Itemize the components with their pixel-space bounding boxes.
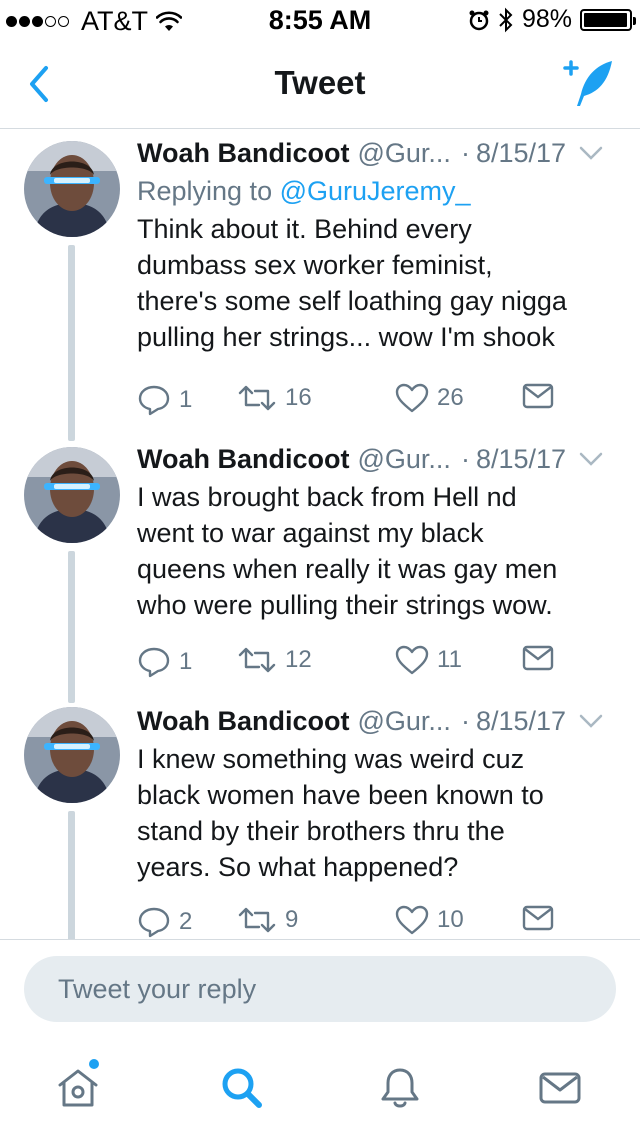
tweet-actions: 2 9 10: [137, 905, 627, 939]
tweet-content: Woah Bandicoot @Gur... · 8/15/17 I was b…: [137, 441, 627, 623]
tweet-actions: 1 16 26: [137, 383, 627, 423]
bluetooth-icon: [498, 7, 514, 33]
tweet-text: Think about it. Behind every dumbass sex…: [137, 211, 627, 355]
author-name[interactable]: Woah Bandicoot: [137, 703, 350, 739]
direct-message-button[interactable]: [522, 905, 554, 931]
avatar-image: [24, 141, 120, 237]
retweet-button[interactable]: 9: [237, 905, 298, 935]
tab-bar: [0, 1040, 640, 1136]
reply-button[interactable]: 1: [137, 645, 192, 679]
tweet-date: 8/15/17: [476, 703, 566, 739]
chevron-down-icon[interactable]: [578, 712, 604, 730]
retweet-count: 9: [285, 906, 298, 934]
navigation-bar: Tweet: [0, 40, 640, 129]
tab-search[interactable]: [212, 1058, 272, 1118]
conversation-thread: Woah Bandicoot @Gur... · 8/15/17 Replyin…: [0, 129, 640, 939]
retweet-icon: [237, 905, 277, 935]
chevron-down-icon[interactable]: [578, 450, 604, 468]
retweet-count: 12: [285, 646, 312, 674]
replying-to: Replying to @GuruJeremy_: [137, 173, 627, 209]
chevron-down-icon[interactable]: [578, 144, 604, 162]
page-title: Tweet: [0, 64, 640, 102]
compose-tweet-icon: [562, 56, 618, 112]
thread-line: [68, 245, 75, 441]
author-name[interactable]: Woah Bandicoot: [137, 441, 350, 477]
separator: ·: [461, 441, 470, 477]
reply-count: 2: [179, 908, 192, 936]
heart-icon: [395, 645, 429, 675]
retweet-button[interactable]: 12: [237, 645, 312, 675]
tweet-text: I was brought back from Hell nd went to …: [137, 479, 627, 623]
separator: ·: [461, 135, 470, 171]
avatar[interactable]: [24, 447, 120, 543]
separator: ·: [461, 703, 470, 739]
avatar[interactable]: [24, 707, 120, 803]
tab-messages[interactable]: [530, 1058, 590, 1118]
notifications-icon: [377, 1065, 423, 1111]
like-count: 10: [437, 906, 464, 934]
messages-icon: [537, 1065, 583, 1111]
direct-message-button[interactable]: [522, 645, 554, 671]
reply-icon: [137, 383, 171, 417]
reply-button[interactable]: 2: [137, 905, 192, 939]
tab-notifications[interactable]: [370, 1058, 430, 1118]
reply-icon: [137, 905, 171, 939]
heart-icon: [395, 383, 429, 413]
like-button[interactable]: 10: [395, 905, 464, 935]
unread-dot: [89, 1059, 99, 1069]
reply-button[interactable]: 1: [137, 383, 192, 417]
reply-composer: [0, 939, 640, 1040]
envelope-icon: [522, 905, 554, 931]
like-count: 26: [437, 384, 464, 412]
thread-line: [68, 551, 75, 703]
replying-to-label: Replying to: [137, 176, 280, 206]
like-button[interactable]: 11: [395, 645, 462, 675]
tweet[interactable]: Woah Bandicoot @Gur... · 8/15/17 I knew …: [0, 703, 640, 939]
tweet-actions: 1 12 11: [137, 645, 627, 685]
author-handle[interactable]: @Gur...: [358, 135, 451, 171]
retweet-icon: [237, 645, 277, 675]
like-count: 11: [437, 646, 462, 674]
reply-input[interactable]: [24, 956, 616, 1022]
retweet-icon: [237, 383, 277, 413]
tweet-date: 8/15/17: [476, 441, 566, 477]
tweet-header: Woah Bandicoot @Gur... · 8/15/17: [137, 703, 627, 739]
status-bar: AT&T 8:55 AM 98%: [0, 0, 640, 40]
tweet[interactable]: Woah Bandicoot @Gur... · 8/15/17 I was b…: [0, 439, 640, 703]
heart-icon: [395, 905, 429, 935]
tweet-header: Woah Bandicoot @Gur... · 8/15/17: [137, 441, 627, 477]
author-handle[interactable]: @Gur...: [358, 703, 451, 739]
author-name[interactable]: Woah Bandicoot: [137, 135, 350, 171]
tweet-text: I knew something was weird cuz black wom…: [137, 741, 627, 885]
envelope-icon: [522, 645, 554, 671]
alarm-icon: [468, 9, 490, 31]
direct-message-button[interactable]: [522, 383, 554, 409]
tweet-date: 8/15/17: [476, 135, 566, 171]
avatar[interactable]: [24, 141, 120, 237]
search-icon: [219, 1065, 265, 1111]
retweet-button[interactable]: 16: [237, 383, 312, 413]
tweet-content: Woah Bandicoot @Gur... · 8/15/17 I knew …: [137, 703, 627, 885]
battery-icon: [580, 9, 632, 31]
reply-count: 1: [179, 386, 192, 414]
home-icon: [55, 1065, 101, 1111]
tweet-header: Woah Bandicoot @Gur... · 8/15/17: [137, 135, 627, 171]
compose-tweet-button[interactable]: [562, 56, 618, 112]
avatar-image: [24, 447, 120, 543]
battery-fill: [584, 13, 627, 27]
tweet[interactable]: Woah Bandicoot @Gur... · 8/15/17 Replyin…: [0, 129, 640, 439]
like-button[interactable]: 26: [395, 383, 464, 413]
thread-line: [68, 811, 75, 939]
avatar-image: [24, 707, 120, 803]
author-handle[interactable]: @Gur...: [358, 441, 451, 477]
retweet-count: 16: [285, 384, 312, 412]
reply-icon: [137, 645, 171, 679]
reply-count: 1: [179, 648, 192, 676]
status-right: 98%: [468, 5, 632, 34]
tweet-content: Woah Bandicoot @Gur... · 8/15/17 Replyin…: [137, 135, 627, 355]
battery-percent: 98%: [522, 5, 572, 34]
envelope-icon: [522, 383, 554, 409]
mention-link[interactable]: @GuruJeremy_: [280, 176, 471, 206]
tab-home[interactable]: [48, 1058, 108, 1118]
